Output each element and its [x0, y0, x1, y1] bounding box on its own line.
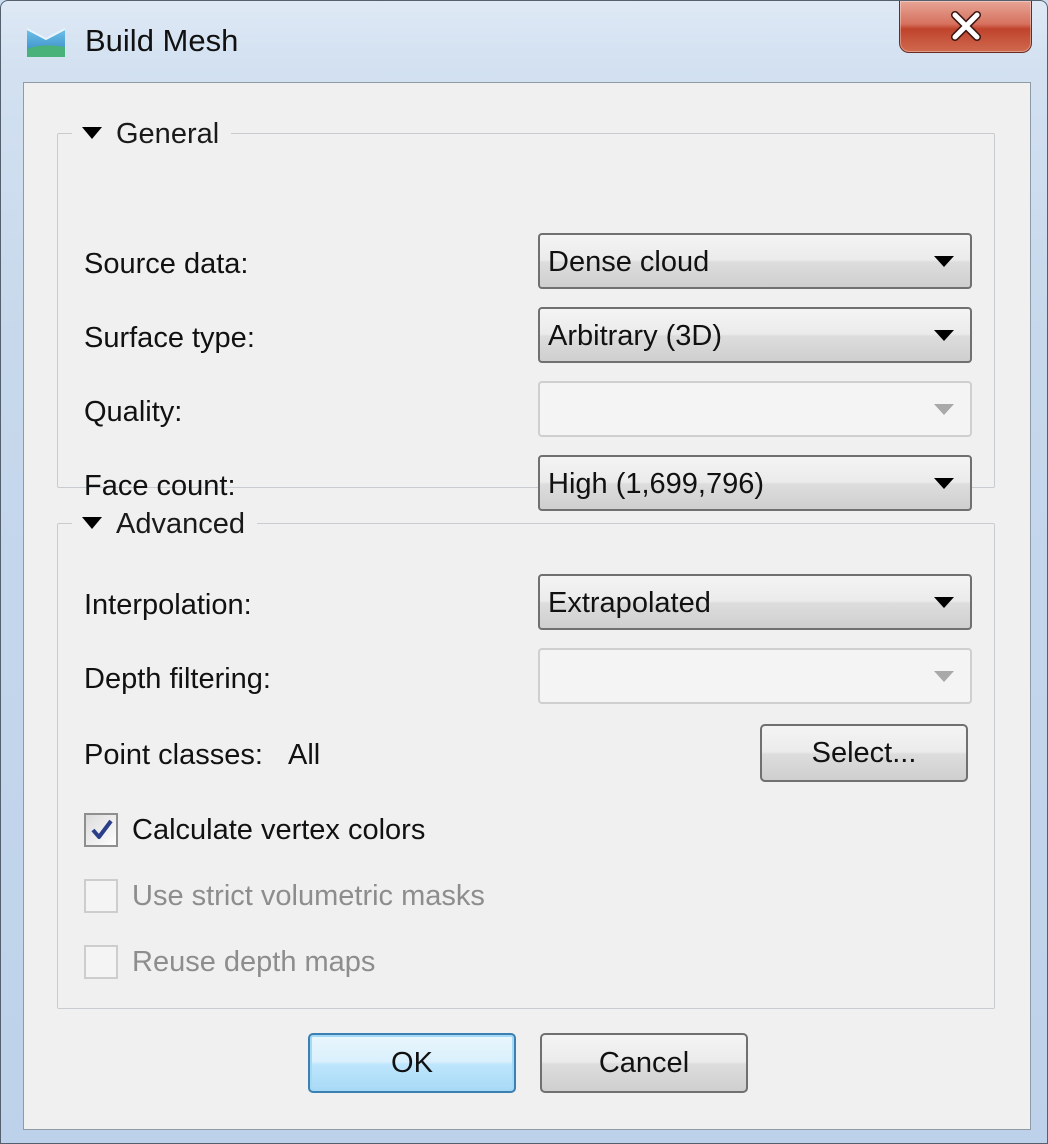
- use-strict-volumetric-masks-checkbox[interactable]: [84, 879, 118, 913]
- dropdown-arrow-icon: [934, 256, 954, 267]
- advanced-group-title: Advanced: [116, 507, 245, 540]
- use-strict-volumetric-masks-row[interactable]: Use strict volumetric masks: [84, 876, 485, 916]
- quality-combo[interactable]: [538, 381, 972, 437]
- dialog-body: General Source data: Dense cloud Surface…: [23, 82, 1031, 1130]
- reuse-depth-maps-row[interactable]: Reuse depth maps: [84, 942, 375, 982]
- depth-filtering-label: Depth filtering:: [84, 663, 271, 695]
- point-classes-label: Point classes:: [84, 739, 263, 771]
- source-data-value: Dense cloud: [548, 246, 710, 278]
- face-count-value: High (1,699,796): [548, 468, 765, 500]
- face-count-label: Face count:: [84, 470, 236, 502]
- dropdown-arrow-icon: [934, 330, 954, 341]
- ok-button[interactable]: OK: [308, 1033, 516, 1093]
- quality-label: Quality:: [84, 396, 183, 428]
- advanced-group-header[interactable]: Advanced: [72, 504, 257, 544]
- dropdown-arrow-icon: [934, 404, 954, 415]
- cancel-button[interactable]: Cancel: [540, 1033, 748, 1093]
- calculate-vertex-colors-row[interactable]: Calculate vertex colors: [84, 810, 425, 850]
- point-classes-value: All: [288, 739, 321, 771]
- reuse-depth-maps-label: Reuse depth maps: [132, 945, 376, 978]
- general-group-header[interactable]: General: [72, 114, 232, 154]
- advanced-group: Advanced Interpolation: Extrapolated Dep…: [57, 504, 995, 1009]
- close-button[interactable]: [899, 1, 1032, 53]
- surface-type-label: Surface type:: [84, 322, 255, 354]
- close-x-icon: [951, 11, 981, 41]
- interpolation-label: Interpolation:: [84, 589, 252, 621]
- source-data-label: Source data:: [84, 248, 249, 280]
- checkmark-icon: [91, 819, 113, 839]
- interpolation-combo[interactable]: Extrapolated: [538, 574, 972, 630]
- build-mesh-dialog: Build Mesh General Source data: Dense cl…: [0, 0, 1048, 1144]
- surface-type-combo[interactable]: Arbitrary (3D): [538, 307, 972, 363]
- calculate-vertex-colors-checkbox[interactable]: [84, 813, 118, 847]
- depth-filtering-combo[interactable]: [538, 648, 972, 704]
- build-mesh-app-icon: [26, 28, 66, 57]
- collapse-triangle-icon: [82, 127, 102, 139]
- reuse-depth-maps-checkbox[interactable]: [84, 945, 118, 979]
- face-count-combo[interactable]: High (1,699,796): [538, 455, 972, 511]
- collapse-triangle-icon: [82, 517, 102, 529]
- general-group-title: General: [116, 117, 220, 150]
- select-point-classes-button[interactable]: Select...: [760, 724, 968, 782]
- source-data-combo[interactable]: Dense cloud: [538, 233, 972, 289]
- dropdown-arrow-icon: [934, 597, 954, 608]
- dropdown-arrow-icon: [934, 671, 954, 682]
- interpolation-value: Extrapolated: [548, 587, 711, 619]
- general-group: General Source data: Dense cloud Surface…: [57, 114, 995, 511]
- dropdown-arrow-icon: [934, 478, 954, 489]
- use-strict-volumetric-masks-label: Use strict volumetric masks: [132, 879, 485, 912]
- title-bar[interactable]: Build Mesh: [1, 1, 1047, 81]
- calculate-vertex-colors-label: Calculate vertex colors: [132, 813, 426, 846]
- surface-type-value: Arbitrary (3D): [548, 320, 723, 352]
- window-title: Build Mesh: [85, 23, 239, 58]
